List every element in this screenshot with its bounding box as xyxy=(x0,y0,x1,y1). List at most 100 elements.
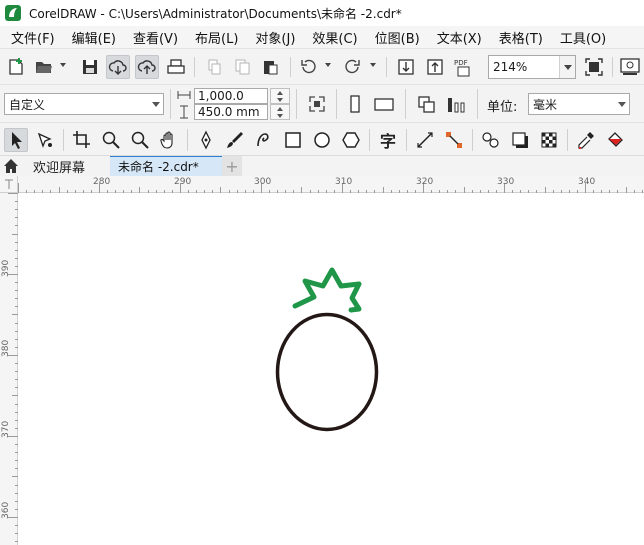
publish-pdf-button[interactable]: PDF xyxy=(452,55,476,79)
zoom-level-value[interactable]: 214% xyxy=(489,60,559,74)
zoom-tool-button[interactable] xyxy=(99,128,123,152)
separator xyxy=(187,129,188,151)
options-button[interactable] xyxy=(618,55,642,79)
crop-tool-button[interactable] xyxy=(70,128,94,152)
polygon-tool-button[interactable] xyxy=(339,128,363,152)
copy-button[interactable] xyxy=(230,55,254,79)
all-pages-button[interactable] xyxy=(415,92,439,116)
menu-view[interactable]: 查看(V) xyxy=(129,28,182,47)
ellipse-tool-button[interactable] xyxy=(310,128,334,152)
artistic-media-button[interactable] xyxy=(223,128,247,152)
pen-tool-button[interactable] xyxy=(194,128,218,152)
redo-dropdown-arrow[interactable] xyxy=(370,63,376,67)
ruler-label: 360 xyxy=(1,501,11,519)
ruler-label: 320 xyxy=(416,177,434,187)
separator xyxy=(567,129,568,151)
save-icon xyxy=(83,60,97,74)
page-height-spinner[interactable] xyxy=(270,104,290,120)
paste-button[interactable] xyxy=(258,55,282,79)
undo-button[interactable] xyxy=(296,55,320,79)
chevron-down-icon[interactable] xyxy=(149,101,163,107)
cut-button[interactable] xyxy=(202,55,226,79)
drop-shadow-button[interactable] xyxy=(508,128,532,152)
home-button[interactable] xyxy=(0,156,22,176)
import-icon xyxy=(398,59,414,75)
vertical-ruler[interactable]: 390 380 370 360 xyxy=(0,193,18,545)
transparency-icon xyxy=(541,132,557,148)
page-width-spinner[interactable] xyxy=(270,88,290,104)
redo-button[interactable] xyxy=(341,55,365,79)
rectangle-tool-button[interactable] xyxy=(281,128,305,152)
pineapple-leaves[interactable] xyxy=(292,267,362,313)
menu-bitmaps[interactable]: 位图(B) xyxy=(371,28,424,47)
save-button[interactable] xyxy=(78,55,102,79)
open-dropdown-arrow[interactable] xyxy=(60,63,66,67)
cloud-download-button[interactable] xyxy=(106,55,130,79)
page-width-field[interactable]: 1,000.0 mm xyxy=(194,88,268,117)
pan-tool-button[interactable] xyxy=(157,128,181,152)
print-button[interactable] xyxy=(164,55,188,79)
ruler-label: 290 xyxy=(174,177,192,187)
menu-edit[interactable]: 编辑(E) xyxy=(68,28,120,47)
fill-tool-button[interactable] xyxy=(603,128,627,152)
new-document-button[interactable] xyxy=(4,55,28,79)
tab-document[interactable]: 未命名 -2.cdr* xyxy=(110,156,222,176)
units-combo[interactable]: 毫米 xyxy=(528,93,630,115)
tab-welcome-screen[interactable]: 欢迎屏幕 xyxy=(22,156,110,176)
portrait-button[interactable] xyxy=(343,92,367,116)
pick-tool-button[interactable] xyxy=(4,128,28,152)
chevron-down-icon[interactable] xyxy=(615,101,629,107)
import-button[interactable] xyxy=(394,55,418,79)
separator xyxy=(336,89,337,119)
polygon-tool-icon xyxy=(342,132,360,148)
add-tab-button[interactable]: + xyxy=(222,156,242,176)
zoom-tool-icon xyxy=(102,131,120,149)
connector-tool-icon xyxy=(446,132,462,148)
paper-size-button[interactable] xyxy=(305,92,329,116)
pen-tool-icon xyxy=(201,130,211,150)
window-title: CorelDRAW - C:\Users\Administrator\Docum… xyxy=(29,6,402,21)
page-size-preset-combo[interactable]: 自定义 xyxy=(4,93,164,115)
blend-tool-button[interactable] xyxy=(479,128,503,152)
parallel-dimension-button[interactable] xyxy=(413,128,437,152)
home-icon xyxy=(4,159,18,173)
undo-dropdown-arrow[interactable] xyxy=(325,63,331,67)
zoom-level-combo[interactable]: 214% xyxy=(488,55,576,79)
export-button[interactable] xyxy=(423,55,447,79)
full-screen-button[interactable] xyxy=(582,55,606,79)
pick-tool-icon xyxy=(12,132,22,149)
connector-tool-button[interactable] xyxy=(442,128,466,152)
landscape-button[interactable] xyxy=(372,92,396,116)
menu-object[interactable]: 对象(J) xyxy=(251,28,299,47)
shape-tool-button[interactable] xyxy=(33,128,57,152)
open-button[interactable] xyxy=(32,55,56,79)
ruler-label: 300 xyxy=(254,177,272,187)
transparency-button[interactable] xyxy=(537,128,561,152)
menu-file[interactable]: 文件(F) xyxy=(7,28,59,47)
cloud-upload-button[interactable] xyxy=(135,55,159,79)
menu-layout[interactable]: 布局(L) xyxy=(191,28,242,47)
separator xyxy=(612,57,613,77)
property-bar: 自定义 1,000.0 mm 450.0 mm 单位: 毫米 xyxy=(0,84,644,122)
page-size-preset-value[interactable]: 自定义 xyxy=(5,96,149,113)
menu-table[interactable]: 表格(T) xyxy=(495,28,547,47)
current-page-button[interactable] xyxy=(444,92,468,116)
menu-tools[interactable]: 工具(O) xyxy=(556,28,610,47)
spiral-tool-button[interactable] xyxy=(252,128,276,152)
menu-text[interactable]: 文本(X) xyxy=(433,28,486,47)
page-height-field[interactable]: 450.0 mm xyxy=(194,104,268,120)
publish-pdf-icon: PDF xyxy=(454,59,470,77)
landscape-icon xyxy=(374,98,394,111)
chevron-down-icon[interactable] xyxy=(559,56,575,78)
drawing-canvas[interactable] xyxy=(19,193,644,545)
horizontal-ruler[interactable]: 280 290 300 310 320 330 340 xyxy=(18,176,644,193)
menu-effects[interactable]: 效果(C) xyxy=(308,28,361,47)
text-tool-button[interactable]: 字 xyxy=(376,128,400,152)
pineapple-body-ellipse[interactable] xyxy=(275,312,379,432)
ruler-label: 310 xyxy=(335,177,353,187)
eyedropper-button[interactable] xyxy=(574,128,598,152)
zoom-out-tool-button[interactable] xyxy=(128,128,152,152)
export-icon xyxy=(427,59,443,75)
ruler-corner[interactable] xyxy=(0,176,18,193)
units-value[interactable]: 毫米 xyxy=(529,96,615,113)
